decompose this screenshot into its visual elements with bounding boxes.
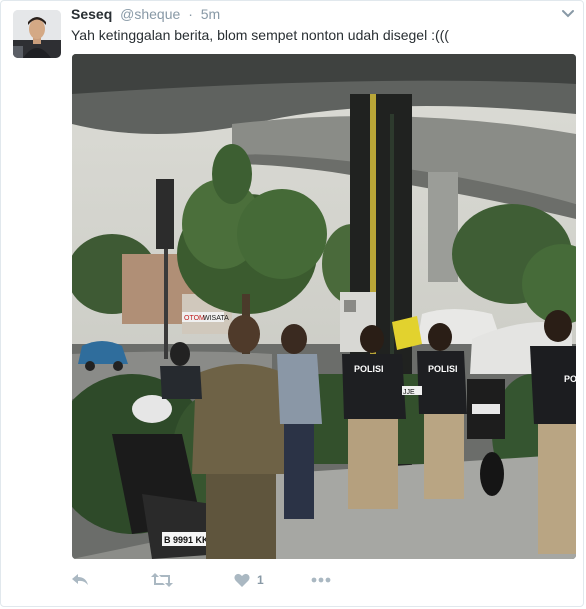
shop-sign-text: WISATA [203, 315, 229, 322]
shop-sign: OTOM [184, 315, 205, 322]
tweet-photo[interactable]: OTOM WISATA B 9991 KKF POLISI POLISI JJE… [72, 54, 576, 559]
like-count: 1 [257, 573, 264, 587]
separator-dot: · [188, 6, 193, 22]
more-button[interactable] [311, 569, 331, 591]
pole-sticker: JJE [403, 389, 415, 396]
vest-label-3: POLISI [564, 374, 576, 384]
heart-icon [234, 573, 250, 587]
tweet-actions: 1 [71, 569, 471, 591]
more-icon [311, 577, 331, 583]
like-button[interactable]: 1 [234, 569, 264, 591]
display-name[interactable]: Seseq [71, 6, 112, 22]
user-handle[interactable]: @sheque [120, 6, 180, 22]
photo-scene: OTOM WISATA B 9991 KKF POLISI POLISI JJE… [72, 54, 576, 559]
reply-icon [72, 574, 88, 585]
retweet-icon [151, 573, 173, 587]
tweet-card[interactable]: Seseq @sheque · 5m Yah ketinggalan berit… [0, 0, 584, 607]
vest-label-1: POLISI [354, 364, 384, 374]
reply-button[interactable] [71, 569, 89, 591]
vest-label-2: POLISI [428, 364, 458, 374]
chevron-down-icon[interactable] [561, 9, 575, 19]
retweet-button[interactable] [151, 569, 173, 591]
avatar[interactable] [13, 10, 61, 58]
avatar-image [13, 10, 61, 58]
tweet-timestamp[interactable]: 5m [201, 6, 220, 22]
tweet-header: Seseq @sheque · 5m [71, 6, 220, 22]
tweet-text: Yah ketinggalan berita, blom sempet nont… [71, 27, 449, 43]
